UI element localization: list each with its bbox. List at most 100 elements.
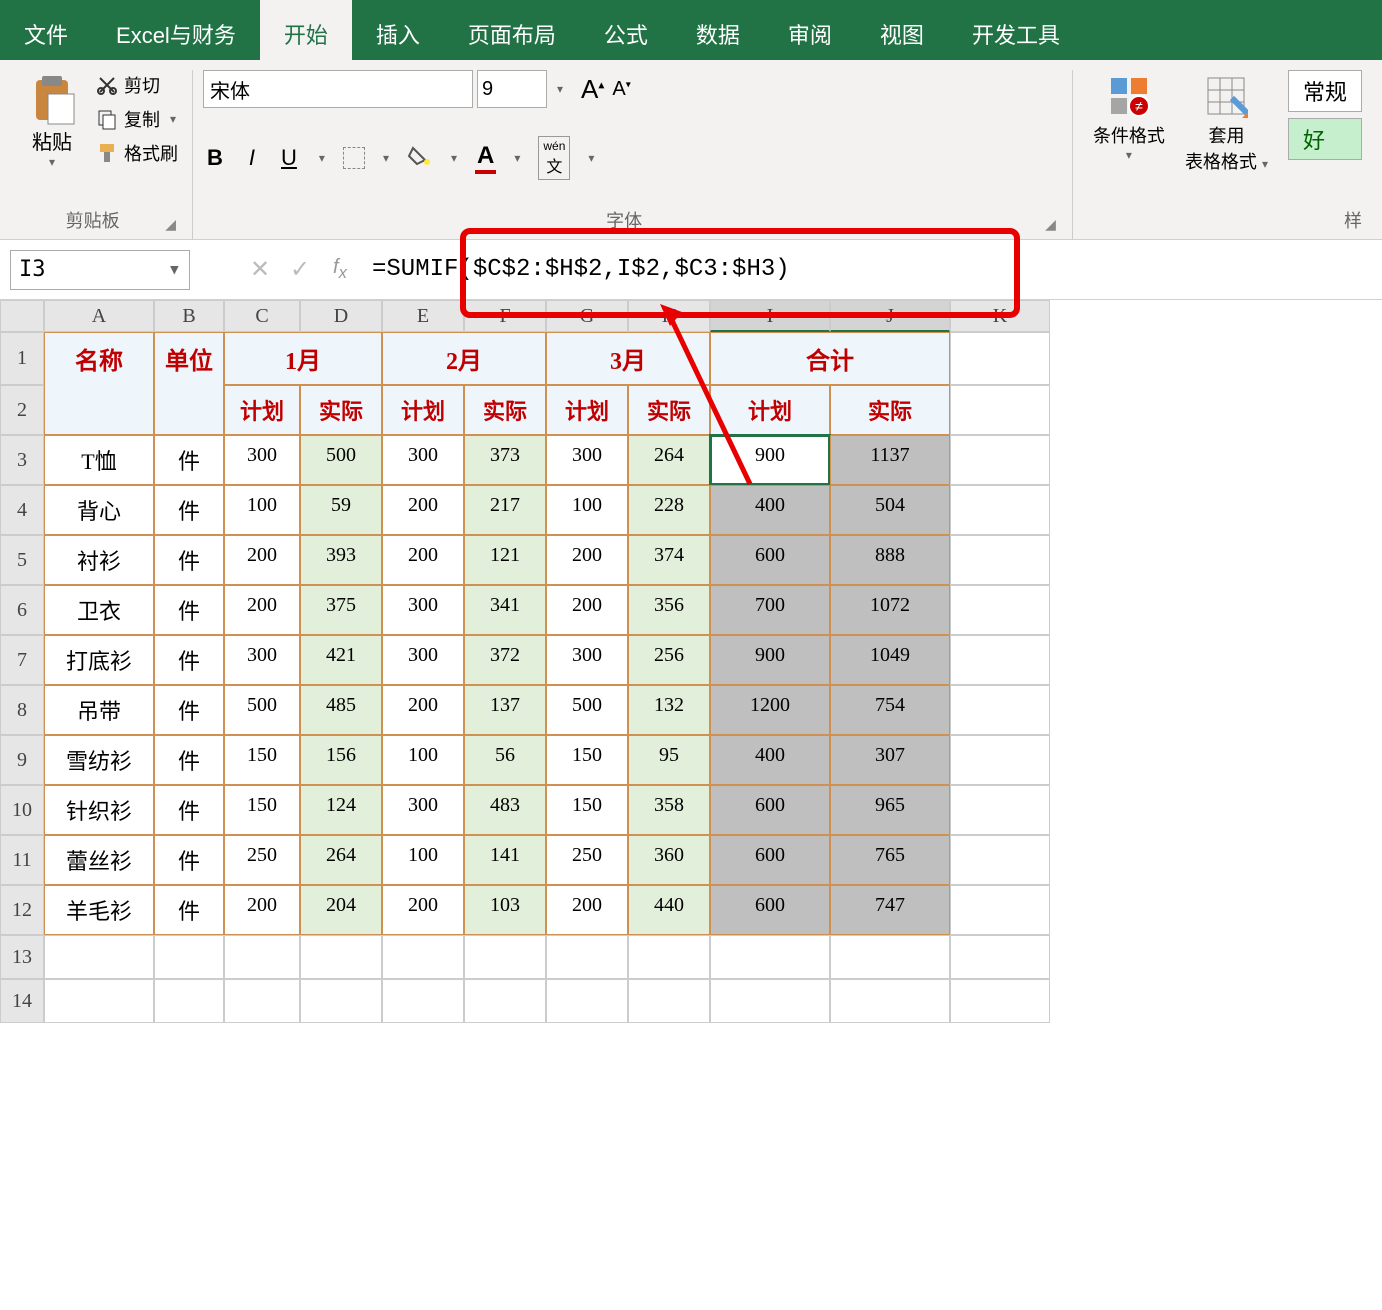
cell-E6[interactable]: 300: [382, 585, 464, 635]
cell-F4[interactable]: 217: [464, 485, 546, 535]
cell-D10[interactable]: 124: [300, 785, 382, 835]
cell-F5[interactable]: 121: [464, 535, 546, 585]
phonetic-button[interactable]: wén文: [538, 136, 570, 180]
cell-J10[interactable]: 965: [830, 785, 950, 835]
cell-B3[interactable]: 件: [154, 435, 224, 485]
cell-G12[interactable]: 200: [546, 885, 628, 935]
cell-E10[interactable]: 300: [382, 785, 464, 835]
col-header-I[interactable]: I: [710, 300, 830, 332]
paste-button[interactable]: 粘贴 ▾: [20, 70, 84, 173]
cell-C12[interactable]: 200: [224, 885, 300, 935]
clipboard-dialog-launcher[interactable]: ◢: [165, 216, 176, 233]
cell-J3[interactable]: 1137: [830, 435, 950, 485]
cell-I11[interactable]: 600: [710, 835, 830, 885]
name-box[interactable]: I3 ▾: [10, 250, 190, 290]
cell-F7[interactable]: 372: [464, 635, 546, 685]
cell-F9[interactable]: 56: [464, 735, 546, 785]
cell-G4[interactable]: 100: [546, 485, 628, 535]
cell-E7[interactable]: 300: [382, 635, 464, 685]
cell-E9[interactable]: 100: [382, 735, 464, 785]
col-header-A[interactable]: A: [44, 300, 154, 332]
format-painter-button[interactable]: 格式刷: [92, 138, 182, 168]
tab-home[interactable]: 开始: [260, 0, 352, 60]
copy-button[interactable]: 复制▾: [92, 104, 182, 134]
cell-B7[interactable]: 件: [154, 635, 224, 685]
accept-formula-button[interactable]: ✓: [280, 255, 320, 284]
cell-H10[interactable]: 358: [628, 785, 710, 835]
cell-empty-13-4[interactable]: [382, 935, 464, 979]
cell-empty-14-6[interactable]: [546, 979, 628, 1023]
cell-D6[interactable]: 375: [300, 585, 382, 635]
row-header-4[interactable]: 4: [0, 485, 44, 535]
cell-G7[interactable]: 300: [546, 635, 628, 685]
cell-F11[interactable]: 141: [464, 835, 546, 885]
font-name-select[interactable]: [203, 70, 473, 108]
cell-H4[interactable]: 228: [628, 485, 710, 535]
tab-developer[interactable]: 开发工具: [948, 0, 1084, 60]
underline-button[interactable]: U: [277, 143, 301, 173]
tab-review[interactable]: 审阅: [764, 0, 856, 60]
col-header-E[interactable]: E: [382, 300, 464, 332]
cell-I9[interactable]: 400: [710, 735, 830, 785]
cell-G5[interactable]: 200: [546, 535, 628, 585]
cell-B9[interactable]: 件: [154, 735, 224, 785]
cell-H8[interactable]: 132: [628, 685, 710, 735]
cell-D7[interactable]: 421: [300, 635, 382, 685]
cell-empty-14-5[interactable]: [464, 979, 546, 1023]
cell-H11[interactable]: 360: [628, 835, 710, 885]
formula-input[interactable]: =SUMIF($C$2:$H$2,I$2,$C3:$H3): [360, 250, 1382, 289]
italic-button[interactable]: I: [245, 143, 259, 173]
cell-A3[interactable]: T恤: [44, 435, 154, 485]
cell-D12[interactable]: 204: [300, 885, 382, 935]
row-header-5[interactable]: 5: [0, 535, 44, 585]
cell-K2[interactable]: [950, 385, 1050, 435]
tab-excel-finance[interactable]: Excel与财务: [92, 0, 260, 60]
fill-color-button[interactable]: [407, 144, 433, 173]
col-header-C[interactable]: C: [224, 300, 300, 332]
cell-H12[interactable]: 440: [628, 885, 710, 935]
cell-A6[interactable]: 卫衣: [44, 585, 154, 635]
col-header-F[interactable]: F: [464, 300, 546, 332]
cell-C6[interactable]: 200: [224, 585, 300, 635]
cell-empty-14-1[interactable]: [154, 979, 224, 1023]
cell-J9[interactable]: 307: [830, 735, 950, 785]
cell-H5[interactable]: 374: [628, 535, 710, 585]
cell-J7[interactable]: 1049: [830, 635, 950, 685]
increase-font-button[interactable]: A▴: [577, 72, 608, 107]
cell-C11[interactable]: 250: [224, 835, 300, 885]
cell-E3[interactable]: 300: [382, 435, 464, 485]
cell-K7[interactable]: [950, 635, 1050, 685]
tab-file[interactable]: 文件: [0, 0, 92, 60]
cell-K1[interactable]: [950, 332, 1050, 385]
row-header-8[interactable]: 8: [0, 685, 44, 735]
cell-G10[interactable]: 150: [546, 785, 628, 835]
font-size-select[interactable]: [477, 70, 547, 108]
row-header-12[interactable]: 12: [0, 885, 44, 935]
tab-data[interactable]: 数据: [672, 0, 764, 60]
cell-A11[interactable]: 蕾丝衫: [44, 835, 154, 885]
cell-empty-14-10[interactable]: [950, 979, 1050, 1023]
cell-F8[interactable]: 137: [464, 685, 546, 735]
row-header-9[interactable]: 9: [0, 735, 44, 785]
cell-K4[interactable]: [950, 485, 1050, 535]
cell-empty-13-2[interactable]: [224, 935, 300, 979]
row-header-1[interactable]: 1: [0, 332, 44, 385]
row-header-3[interactable]: 3: [0, 435, 44, 485]
table-format-button[interactable]: 套用 表格格式 ▾: [1175, 70, 1278, 178]
cell-J5[interactable]: 888: [830, 535, 950, 585]
cell-J12[interactable]: 747: [830, 885, 950, 935]
cell-K9[interactable]: [950, 735, 1050, 785]
cell-D8[interactable]: 485: [300, 685, 382, 735]
cell-K6[interactable]: [950, 585, 1050, 635]
cell-J4[interactable]: 504: [830, 485, 950, 535]
cell-I8[interactable]: 1200: [710, 685, 830, 735]
col-header-J[interactable]: J: [830, 300, 950, 332]
cell-E8[interactable]: 200: [382, 685, 464, 735]
cell-empty-13-5[interactable]: [464, 935, 546, 979]
col-header-D[interactable]: D: [300, 300, 382, 332]
cell-D9[interactable]: 156: [300, 735, 382, 785]
cell-empty-13-8[interactable]: [710, 935, 830, 979]
cell-C10[interactable]: 150: [224, 785, 300, 835]
cancel-formula-button[interactable]: ✕: [240, 255, 280, 284]
cell-G9[interactable]: 150: [546, 735, 628, 785]
